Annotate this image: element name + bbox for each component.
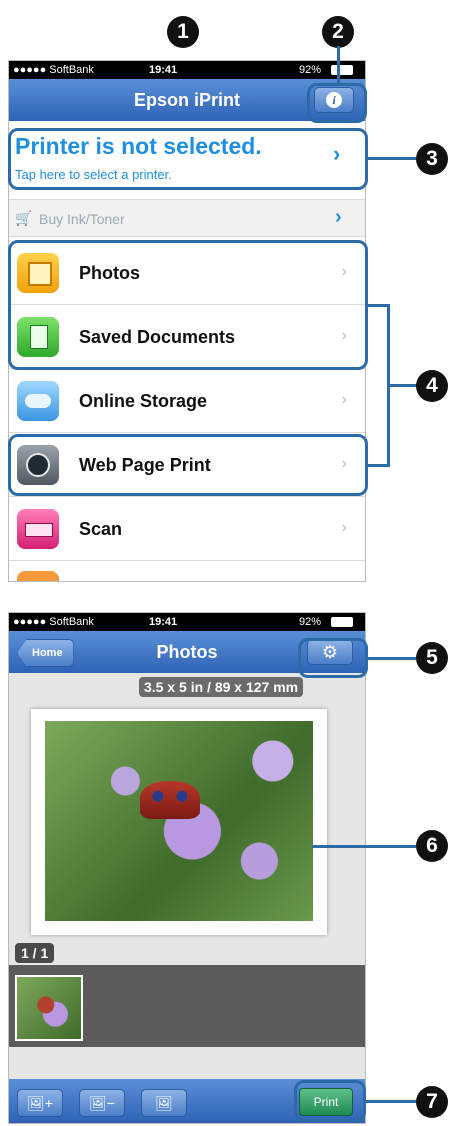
printer-select-row[interactable]: Printer is not selected. Tap here to sel… <box>9 127 365 187</box>
home-screen: ●●●●● SoftBank 19:41 92% Epson iPrint i … <box>8 60 366 582</box>
menu-item-scan[interactable]: Scan › <box>9 497 365 561</box>
chevron-right-icon: › <box>341 391 347 408</box>
menu-item-online-storage[interactable]: Online Storage › <box>9 369 365 433</box>
cart-icon: 🛒 <box>15 210 33 226</box>
menu-item-label: Photos <box>79 263 140 283</box>
status-bar: ●●●●● SoftBank 19:41 92% <box>9 613 365 631</box>
butterfly-photo <box>45 721 313 921</box>
callout-5-line <box>368 657 416 660</box>
callout-7-line <box>366 1100 416 1103</box>
photos-icon <box>17 253 59 293</box>
time-label: 19:41 <box>149 64 178 76</box>
cloud-icon <box>17 381 59 421</box>
status-bar: ●●●●● SoftBank 19:41 92% <box>9 61 365 79</box>
menu-item-label: Web Page Print <box>79 455 211 475</box>
print-button-label: Print <box>313 1095 339 1109</box>
buy-ink-row[interactable]: 🛒 Buy Ink/Toner › <box>9 199 365 237</box>
menu-item-label: Online Storage <box>79 391 208 411</box>
butterfly-shape <box>140 781 200 819</box>
menu-item-saved-documents[interactable]: Saved Documents › <box>9 305 365 369</box>
document-icon <box>17 317 59 357</box>
thumbnail-strip <box>9 965 365 1047</box>
callout-2: 2 <box>322 16 354 48</box>
print-button[interactable]: Print <box>299 1088 353 1116</box>
gear-icon[interactable]: ⚙ <box>307 639 353 665</box>
battery-label: 92% <box>299 64 322 76</box>
bottom-toolbar: 🖼+ 🖼− 🖼 Print <box>9 1079 365 1123</box>
battery-icon <box>331 65 353 75</box>
battery-label: 92% <box>299 616 322 628</box>
callout-2-line <box>337 46 340 84</box>
callout-4-line <box>387 384 417 387</box>
chevron-right-icon: › <box>341 455 347 472</box>
menu-item-label: Saved Documents <box>79 327 236 347</box>
menu-item-web-page-print[interactable]: Web Page Print › <box>9 433 365 497</box>
page-title: Epson iPrint <box>133 90 240 110</box>
time-label: 19:41 <box>149 616 178 628</box>
printer-status-title: Printer is not selected. <box>15 133 262 159</box>
chevron-right-icon: › <box>341 263 347 280</box>
callout-5: 5 <box>416 642 448 674</box>
info-icon[interactable]: i <box>314 87 354 113</box>
carrier-label: ●●●●● SoftBank <box>13 64 94 76</box>
globe-icon <box>17 445 59 485</box>
paper-size-badge: 3.5 x 5 in / 89 x 127 mm <box>139 677 304 697</box>
nav-bar: Epson iPrint i <box>9 79 365 121</box>
chevron-right-icon: › <box>341 519 347 536</box>
page-counter: 1 / 1 <box>15 943 55 963</box>
menu-item-label: Scan <box>79 519 123 539</box>
chevron-right-icon: › <box>341 327 347 344</box>
chevron-right-icon: › <box>333 141 341 166</box>
photo-preview[interactable] <box>31 709 327 935</box>
add-photo-icon[interactable]: 🖼+ <box>17 1089 63 1117</box>
scanner-icon <box>17 509 59 549</box>
chevron-right-icon: › <box>335 206 342 228</box>
battery-icon <box>331 617 353 627</box>
carrier-label: ●●●●● SoftBank <box>13 616 94 628</box>
callout-6-line <box>312 845 416 848</box>
photos-screen: ●●●●● SoftBank 19:41 92% Home Photos ⚙ 3… <box>8 612 366 1124</box>
edit-photo-icon[interactable]: 🖼 <box>141 1089 187 1117</box>
photo-thumbnail[interactable] <box>15 975 83 1041</box>
menu-item-photos[interactable]: Photos › <box>9 241 365 305</box>
callout-6: 6 <box>416 830 448 862</box>
printer-status-subtitle: Tap here to select a printer. <box>15 167 172 182</box>
buy-ink-label: Buy Ink/Toner <box>39 211 125 227</box>
nav-bar: Home Photos ⚙ <box>9 631 365 673</box>
next-menu-icon-peek <box>17 571 59 581</box>
callout-3: 3 <box>416 143 448 175</box>
callout-7: 7 <box>416 1086 448 1118</box>
callout-3-line <box>368 157 416 160</box>
remove-photo-icon[interactable]: 🖼− <box>79 1089 125 1117</box>
callout-1: 1 <box>167 16 199 48</box>
callout-4: 4 <box>416 370 448 402</box>
